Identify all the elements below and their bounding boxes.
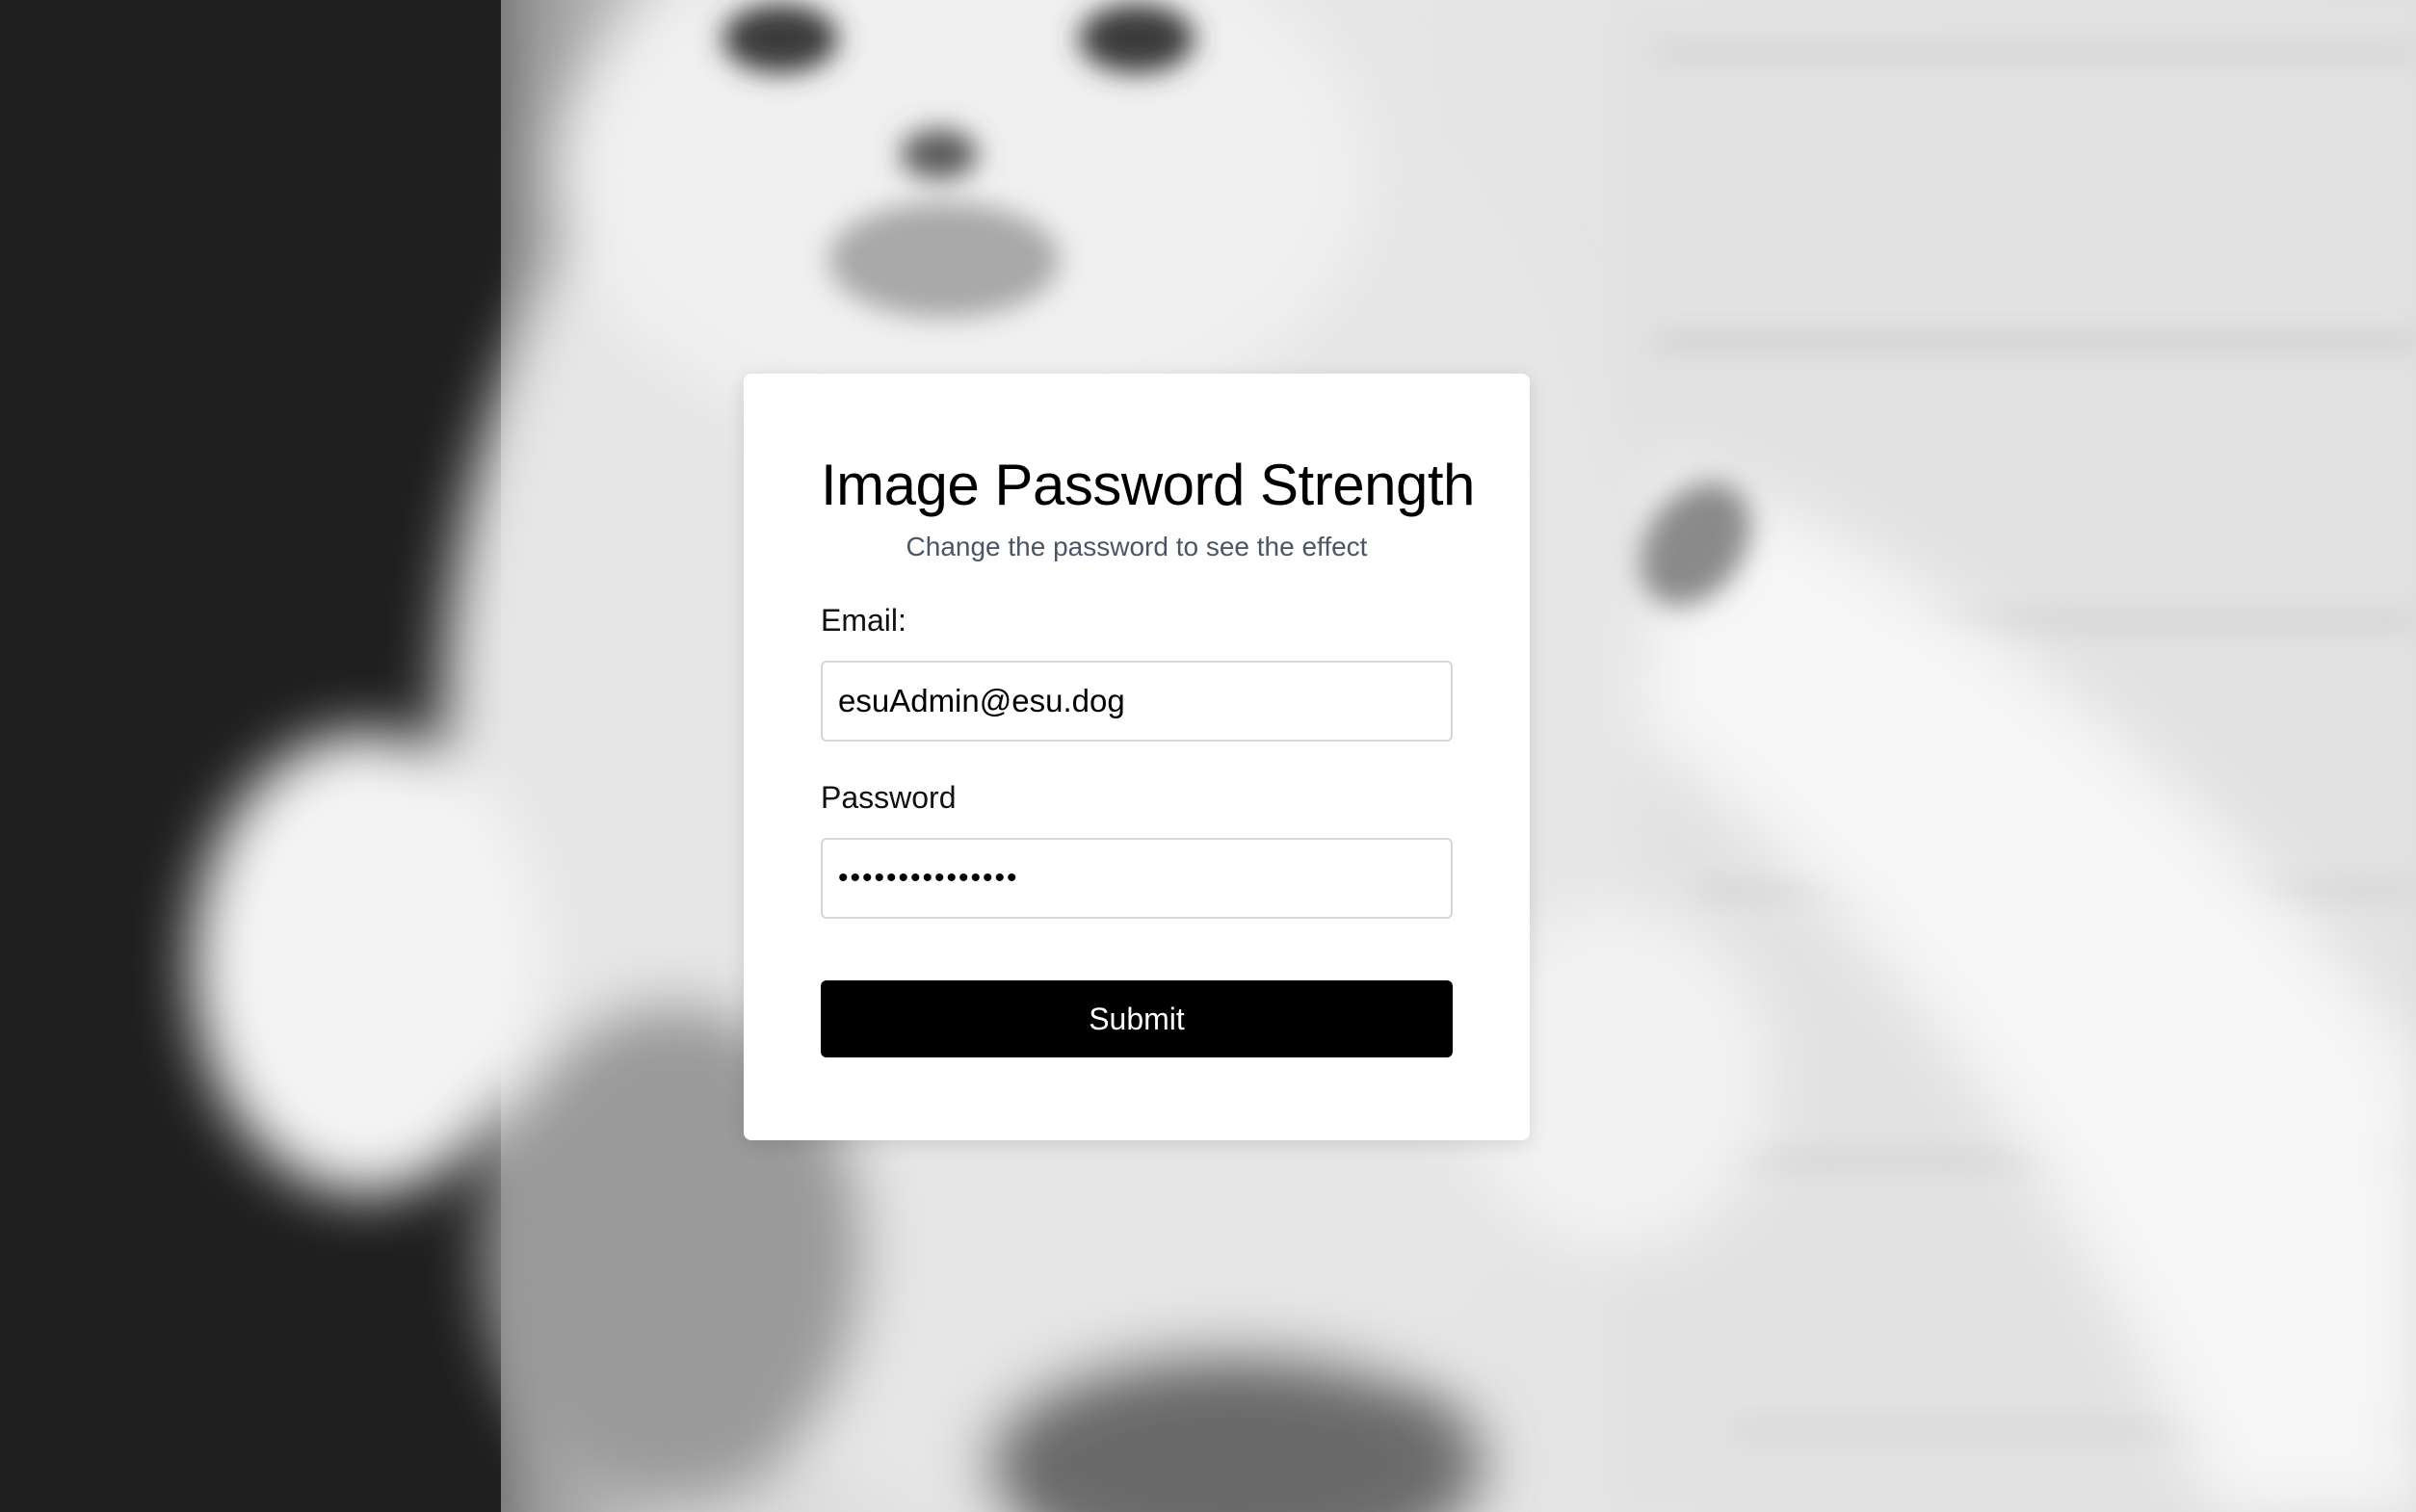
page-title: Image Password Strength: [821, 453, 1475, 517]
submit-button[interactable]: Submit: [821, 980, 1453, 1057]
email-field[interactable]: [821, 661, 1453, 742]
password-field[interactable]: [821, 838, 1453, 919]
password-label: Password: [821, 780, 957, 815]
page-subtitle: Change the password to see the effect: [906, 532, 1368, 561]
email-label: Email:: [821, 603, 906, 638]
login-card: Image Password Strength Change the passw…: [744, 374, 1530, 1140]
